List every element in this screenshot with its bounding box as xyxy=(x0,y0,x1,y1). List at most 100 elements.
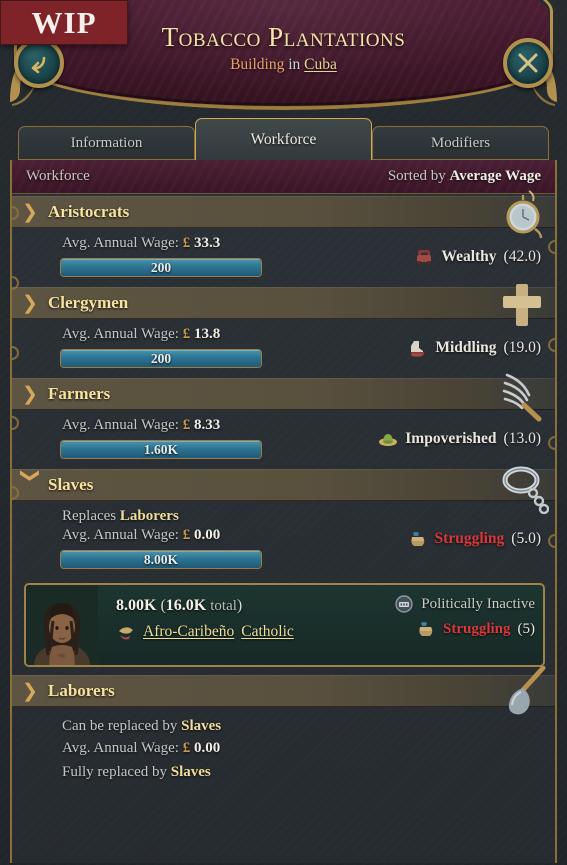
back-button[interactable] xyxy=(14,38,64,88)
straw-hat-icon xyxy=(379,433,398,446)
sack-icon xyxy=(419,622,433,636)
group-header-farmers[interactable]: ❯ Farmers xyxy=(12,373,555,422)
pop-culture-link[interactable]: Afro-Caribeño xyxy=(143,623,234,641)
chevron-right-icon: ❯ xyxy=(22,201,38,223)
replaces-line: Replaces Laborers xyxy=(12,507,555,526)
culture-icon xyxy=(119,627,133,640)
fully-replaced-label: Fully replaced by xyxy=(62,764,167,780)
workforce-group-aristocrats: ❯ Aristocrats Avg. Annual Wage: £ 33.3 2… xyxy=(12,190,555,285)
subtitle-location-link[interactable]: Cuba xyxy=(304,56,337,73)
wealth-label: Impoverished xyxy=(405,429,497,447)
group-header-laborers[interactable]: ❯ Laborers xyxy=(12,666,555,715)
workforce-group-farmers: ❯ Farmers Avg. Annual Wage: £ 8.33 1.60K… xyxy=(12,373,555,467)
wage-label: Avg. Annual Wage: xyxy=(62,417,179,433)
chevron-down-icon: ❯ xyxy=(19,467,41,483)
chevron-right-icon: ❯ xyxy=(22,292,38,314)
wealth-label: Wealthy xyxy=(441,247,497,265)
pop-religion-link[interactable]: Catholic xyxy=(241,623,294,641)
workforce-sort-bar: Workforce Sorted by Average Wage xyxy=(12,160,555,194)
sorted-by-prefix: Sorted by xyxy=(387,168,446,184)
pop-card[interactable]: 8.00K (16.0K total) Afro-Caribeño Cathol… xyxy=(24,583,545,667)
pop-wealth-label: Struggling xyxy=(442,620,511,637)
replaced-by-link[interactable]: Slaves xyxy=(181,718,221,734)
workforce-group-clergymen: ❯ Clergymen Avg. Annual Wage: £ 13.8 200 xyxy=(12,284,555,376)
wage-line: Avg. Annual Wage: £ 0.00 xyxy=(12,736,555,758)
wealth-label: Middling xyxy=(435,338,497,356)
group-name: Clergymen xyxy=(48,293,129,312)
group-body-clergymen: Avg. Annual Wage: £ 13.8 200 Middling (1… xyxy=(12,319,555,376)
page-subtitle: Building in Cuba xyxy=(0,56,567,74)
group-header-aristocrats[interactable]: ❯ Aristocrats xyxy=(12,190,555,239)
pop-political-status: Politically Inactive xyxy=(394,595,535,613)
employment-bar[interactable]: 1.60K xyxy=(60,440,262,459)
replaces-label: Replaces xyxy=(62,508,117,524)
group-header-clergymen[interactable]: ❯ Clergymen xyxy=(12,284,555,326)
group-body-laborers: Can be replaced by Slaves Avg. Annual Wa… xyxy=(12,707,555,790)
wage-label: Avg. Annual Wage: xyxy=(62,527,179,543)
chevron-right-icon: ❯ xyxy=(22,383,38,405)
back-arrow-icon xyxy=(31,56,46,74)
group-body-slaves: Replaces Laborers Avg. Annual Wage: £ 0.… xyxy=(12,501,555,577)
sort-control[interactable]: Sorted by Average Wage xyxy=(388,168,541,185)
avatar xyxy=(26,585,98,665)
building-window: Tobacco Plantations Building in Cuba Inf… xyxy=(0,0,567,865)
employment-bar[interactable]: 200 xyxy=(60,349,262,368)
employment-bar-label: 200 xyxy=(150,259,172,275)
workforce-group-laborers: ❯ Laborers Can be replaced by Slaves Avg… xyxy=(12,666,555,790)
wip-badge-label: WIP xyxy=(31,5,97,40)
tab-modifiers[interactable]: Modifiers xyxy=(372,126,549,160)
tab-information[interactable]: Information xyxy=(18,126,195,160)
wage-value: 33.3 xyxy=(193,235,221,251)
wealth-status-aristocrats: Wealthy (42.0) xyxy=(414,248,541,266)
workforce-group-slaves: ❯ Slaves Replaces Laborers Avg. Annual W… xyxy=(12,466,555,667)
group-name: Aristocrats xyxy=(48,202,130,221)
pop-wealth-value: (5) xyxy=(517,620,536,637)
sack-icon xyxy=(410,532,424,546)
replaced-by-line: Can be replaced by Slaves xyxy=(12,717,555,736)
subtitle-type: Building xyxy=(230,56,285,74)
group-body-aristocrats: Avg. Annual Wage: £ 33.3 200 Wealthy (42… xyxy=(12,228,555,285)
pop-total-count: 16.0K xyxy=(165,597,207,614)
fully-replaced-line: Fully replaced by Slaves xyxy=(12,758,555,782)
wip-badge: WIP xyxy=(0,0,128,45)
wealth-status-clergymen: Middling (19.0) xyxy=(408,339,541,357)
employment-bar[interactable]: 8.00K xyxy=(60,550,262,569)
employment-bar-label: 200 xyxy=(150,350,172,366)
tab-workforce[interactable]: Workforce xyxy=(195,118,372,160)
wage-value: 0.00 xyxy=(193,740,221,756)
close-icon xyxy=(518,53,538,73)
politically-inactive-icon xyxy=(395,595,413,613)
group-name: Laborers xyxy=(48,681,115,700)
replaces-target-link[interactable]: Laborers xyxy=(120,508,179,524)
currency-icon: £ xyxy=(182,417,191,433)
wealth-status-farmers: Impoverished (13.0) xyxy=(378,430,541,448)
currency-icon: £ xyxy=(182,235,191,251)
close-button[interactable] xyxy=(503,38,553,88)
chevron-right-icon: ❯ xyxy=(22,680,38,702)
fully-replaced-link[interactable]: Slaves xyxy=(171,764,211,780)
group-body-farmers: Avg. Annual Wage: £ 8.33 1.60K Impoveris… xyxy=(12,410,555,467)
group-name: Farmers xyxy=(48,384,111,403)
wealth-value: (13.0) xyxy=(503,429,541,447)
pop-count: 8.00K xyxy=(116,597,157,614)
wealth-value: (42.0) xyxy=(503,247,541,265)
boot-icon xyxy=(411,340,425,357)
employment-bar-label: 8.00K xyxy=(143,551,179,567)
wage-value: 0.00 xyxy=(193,527,221,543)
wage-value: 8.33 xyxy=(193,417,221,433)
currency-icon: £ xyxy=(182,740,191,756)
can-be-replaced-label: Can be replaced by xyxy=(62,718,178,734)
sorted-by-value: Average Wage xyxy=(449,168,541,184)
wealth-value: (19.0) xyxy=(503,338,541,356)
currency-icon: £ xyxy=(182,326,191,342)
pop-status-block: Politically Inactive Struggling (5) xyxy=(394,595,535,645)
wage-label: Avg. Annual Wage: xyxy=(62,740,179,756)
subtitle-in: in xyxy=(288,56,301,74)
currency-icon: £ xyxy=(182,527,191,543)
armchair-icon xyxy=(417,249,432,265)
workforce-label: Workforce xyxy=(26,168,90,184)
group-header-slaves[interactable]: ❯ Slaves xyxy=(12,466,555,514)
employment-bar[interactable]: 200 xyxy=(60,258,262,277)
pop-info: 8.00K (16.0K total) Afro-Caribeño Cathol… xyxy=(98,585,543,665)
wage-value: 13.8 xyxy=(193,326,221,342)
